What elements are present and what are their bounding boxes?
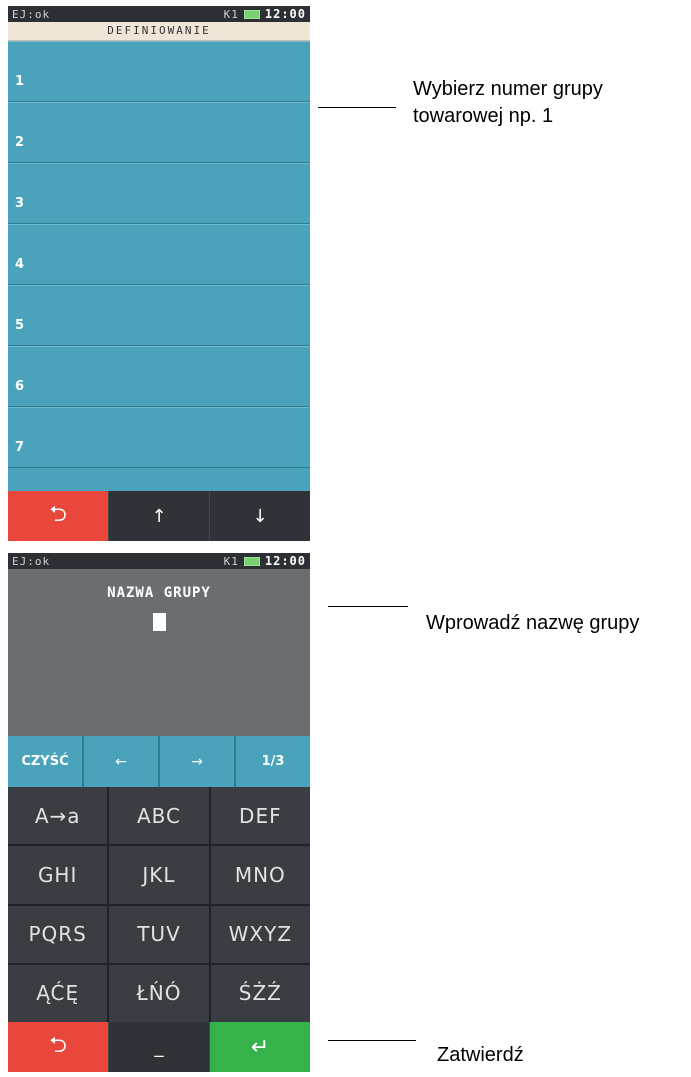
status-bar: EJ:ok K1 12:00 bbox=[8, 6, 310, 22]
clear-button[interactable]: CZYŚĆ bbox=[8, 736, 82, 787]
key-tuv[interactable]: TUV bbox=[109, 905, 209, 963]
key-def[interactable]: DEF bbox=[210, 787, 310, 845]
key-case-toggle[interactable]: A→a bbox=[8, 787, 108, 845]
enter-icon: ↵ bbox=[250, 1034, 270, 1060]
group-item-4[interactable]: 4 bbox=[8, 224, 310, 285]
status-bar: EJ:ok K1 12:00 bbox=[8, 553, 310, 569]
edit-toolbar: CZYŚĆ ← → 1/3 bbox=[8, 736, 310, 787]
group-item-7[interactable]: 7 bbox=[8, 407, 310, 468]
clock: 12:00 bbox=[264, 554, 306, 568]
back-button[interactable]: ⮌ bbox=[8, 1022, 108, 1072]
key-ace-diacritics[interactable]: ĄĆĘ bbox=[8, 964, 108, 1022]
key-jkl[interactable]: JKL bbox=[109, 846, 209, 904]
group-item-1[interactable]: 1 bbox=[8, 41, 310, 102]
group-number-list: 1 2 3 4 5 6 7 bbox=[8, 41, 310, 491]
device-screen-group-list: EJ:ok K1 12:00 DEFINIOWANIE 1 2 3 4 5 6 … bbox=[8, 6, 310, 541]
key-ghi[interactable]: GHI bbox=[8, 846, 108, 904]
text-cursor[interactable] bbox=[152, 613, 166, 631]
callout-enter-name: Wprowadź nazwę grupy bbox=[426, 612, 640, 634]
return-arrow-icon: ⮌ bbox=[49, 502, 67, 527]
ej-status: EJ:ok bbox=[12, 554, 51, 568]
bottom-navigation: ⮌ _ ↵ bbox=[8, 1022, 310, 1072]
clock: 12:00 bbox=[264, 7, 306, 21]
display-title: NAZWA GRUPY bbox=[107, 585, 211, 601]
battery-icon bbox=[243, 556, 260, 566]
cursor-left-button[interactable]: ← bbox=[82, 736, 158, 787]
k1-label: K1 bbox=[223, 7, 239, 21]
text-entry-display: NAZWA GRUPY bbox=[8, 569, 310, 736]
device-screen-group-name: EJ:ok K1 12:00 NAZWA GRUPY CZYŚĆ ← → 1/3… bbox=[8, 553, 310, 1072]
keyboard-page-button[interactable]: 1/3 bbox=[234, 736, 310, 787]
up-arrow-icon: ↑ bbox=[151, 505, 167, 527]
leader-line-name bbox=[328, 606, 408, 607]
back-button[interactable]: ⮌ bbox=[8, 491, 108, 541]
scroll-down-button[interactable]: ↓ bbox=[209, 491, 310, 541]
scroll-up-button[interactable]: ↑ bbox=[108, 491, 209, 541]
k1-label: K1 bbox=[223, 554, 239, 568]
key-mno[interactable]: MNO bbox=[210, 846, 310, 904]
key-szz-diacritics[interactable]: ŚŻŹ bbox=[210, 964, 310, 1022]
ej-status: EJ:ok bbox=[12, 7, 51, 21]
battery-icon bbox=[243, 9, 260, 19]
bottom-navigation: ⮌ ↑ ↓ bbox=[8, 491, 310, 541]
callout-select-group: Wybierz numer grupy towarowej np. 1 bbox=[413, 78, 603, 127]
key-wxyz[interactable]: WXYZ bbox=[210, 905, 310, 963]
group-item-2[interactable]: 2 bbox=[8, 102, 310, 163]
return-arrow-icon: ⮌ bbox=[49, 1033, 67, 1058]
cursor-right-button[interactable]: → bbox=[158, 736, 234, 787]
down-arrow-icon: ↓ bbox=[252, 505, 268, 527]
leader-line-select bbox=[318, 107, 396, 108]
group-item-6[interactable]: 6 bbox=[8, 346, 310, 407]
group-item-3[interactable]: 3 bbox=[8, 163, 310, 224]
confirm-button[interactable]: ↵ bbox=[209, 1022, 310, 1072]
screen-title: DEFINIOWANIE bbox=[8, 22, 310, 41]
leader-line-confirm bbox=[328, 1040, 416, 1041]
key-abc[interactable]: ABC bbox=[109, 787, 209, 845]
keypad: A→a ABC DEF GHI JKL MNO PQRS TUV WXYZ ĄĆ… bbox=[8, 787, 310, 1022]
group-item-5[interactable]: 5 bbox=[8, 285, 310, 346]
underscore-icon: _ bbox=[154, 1036, 164, 1058]
callout-confirm: Zatwierdź bbox=[437, 1044, 524, 1066]
key-lno-diacritics[interactable]: ŁŃÓ bbox=[109, 964, 209, 1022]
key-pqrs[interactable]: PQRS bbox=[8, 905, 108, 963]
space-button[interactable]: _ bbox=[108, 1022, 209, 1072]
